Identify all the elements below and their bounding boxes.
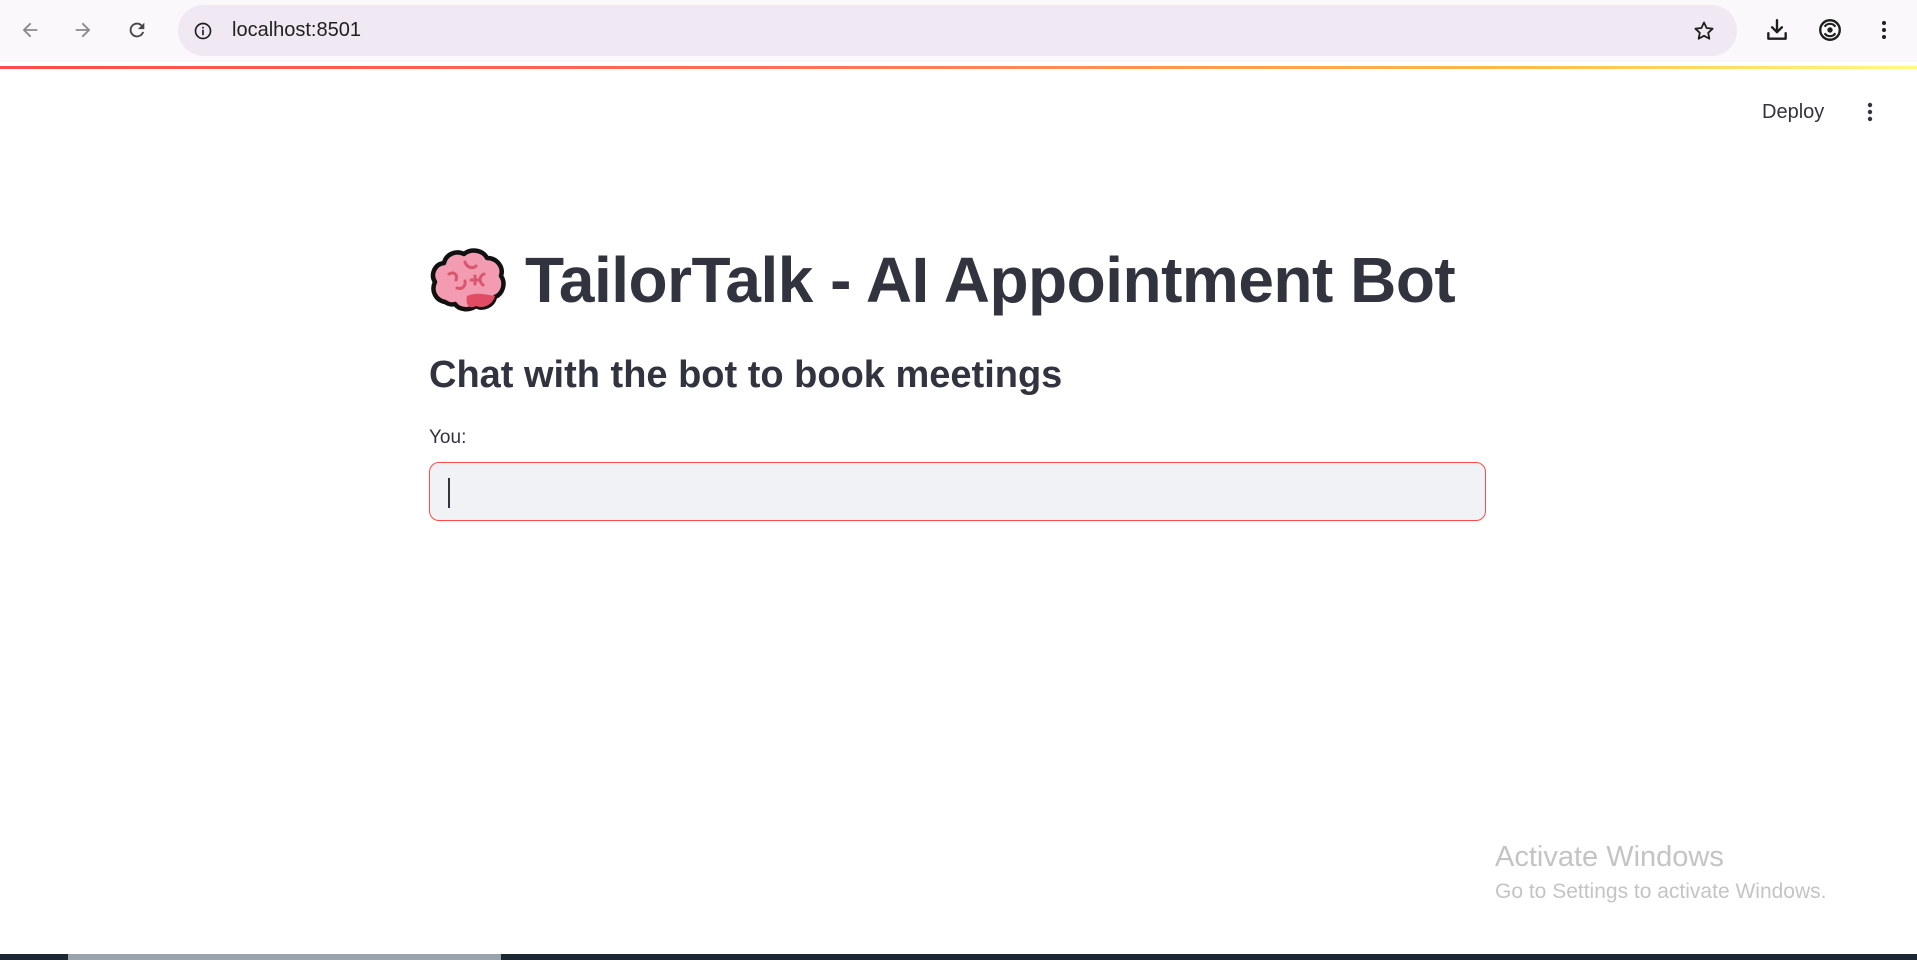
site-info-button[interactable]	[186, 14, 220, 48]
input-label: You:	[429, 427, 467, 448]
deploy-button[interactable]: Deploy	[1754, 93, 1832, 131]
back-button[interactable]	[10, 10, 50, 50]
chat-input[interactable]	[430, 463, 1485, 520]
app-header: Deploy	[0, 69, 1917, 155]
title-row: TailorTalk - AI Appointment Bot	[429, 230, 1486, 330]
app-menu-button[interactable]	[1851, 93, 1889, 131]
watermark-title: Activate Windows	[1495, 841, 1724, 873]
windows-activation-watermark: Activate Windows Go to Settings to activ…	[1495, 841, 1827, 904]
reload-icon	[129, 22, 145, 38]
profile-button[interactable]	[1810, 10, 1850, 50]
bookmark-button[interactable]	[1687, 14, 1721, 48]
main-content: TailorTalk - AI Appointment Bot Chat wit…	[429, 230, 1486, 521]
download-button[interactable]	[1757, 10, 1797, 50]
back-arrow-icon	[22, 22, 38, 38]
info-icon	[194, 22, 212, 40]
page-subtitle: Chat with the bot to book meetings	[429, 354, 1063, 396]
kebab-menu-icon	[1882, 21, 1886, 39]
profile-icon	[1819, 19, 1841, 41]
reload-button[interactable]	[117, 10, 157, 50]
brain-icon	[430, 248, 506, 312]
address-bar[interactable]: localhost:8501	[178, 5, 1737, 56]
page-title: TailorTalk - AI Appointment Bot	[525, 244, 1456, 316]
star-icon	[1694, 21, 1714, 40]
text-caret	[448, 478, 450, 508]
browser-menu-button[interactable]	[1864, 10, 1904, 50]
url-text[interactable]: localhost:8501	[232, 19, 361, 42]
chat-input-container[interactable]	[429, 462, 1486, 521]
browser-toolbar: localhost:8501	[0, 0, 1917, 62]
forward-button[interactable]	[63, 10, 103, 50]
forward-arrow-icon	[75, 22, 91, 38]
download-icon	[1767, 19, 1787, 40]
watermark-subtitle: Go to Settings to activate Windows.	[1495, 880, 1827, 903]
kebab-menu-icon	[1867, 102, 1873, 122]
taskbar-active-item[interactable]	[68, 954, 501, 960]
